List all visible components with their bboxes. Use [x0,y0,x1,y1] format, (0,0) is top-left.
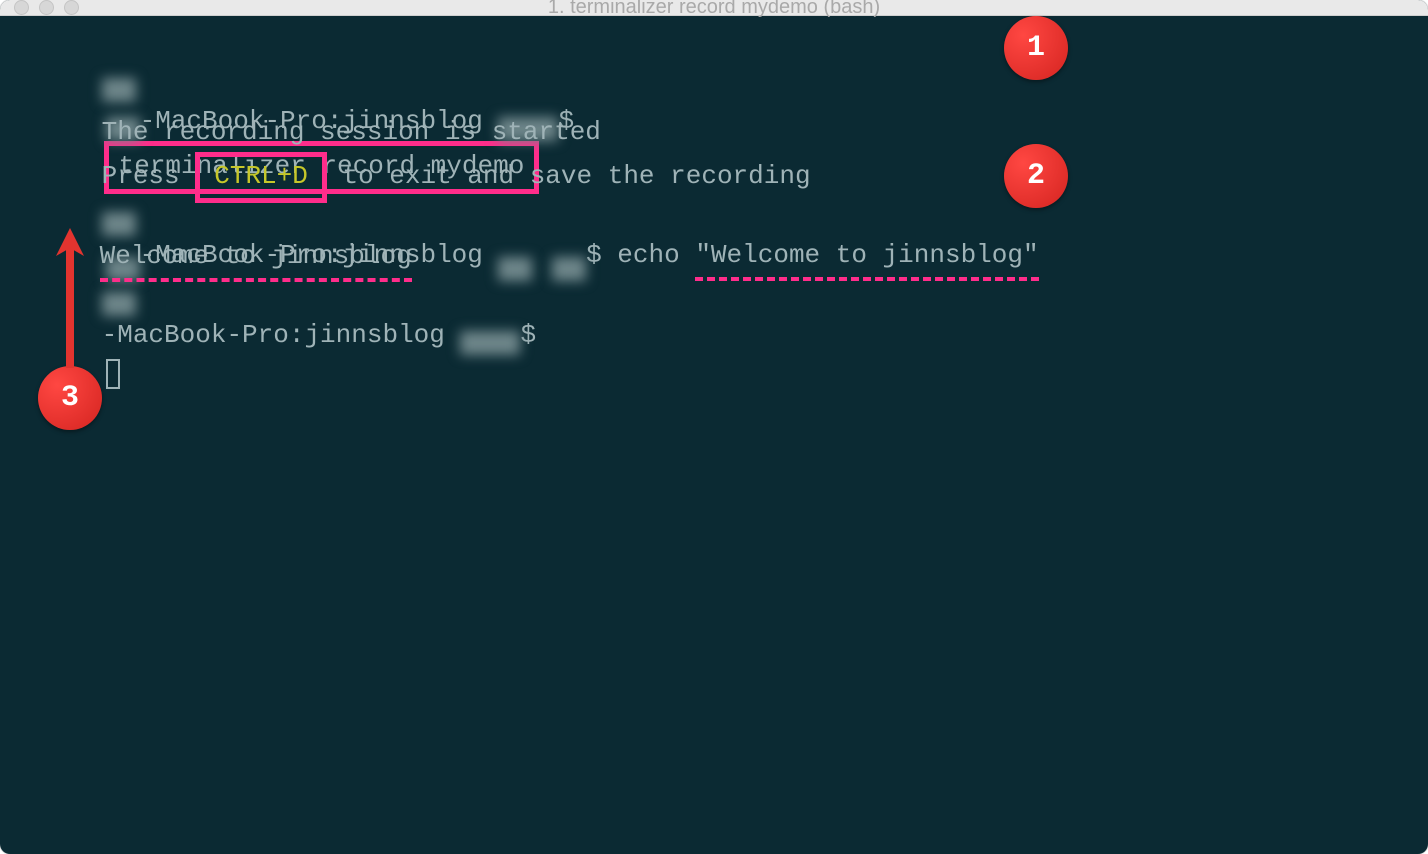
echo-quote: "Welcome to jinnsblog" [695,240,1038,270]
echo-pre: echo [602,240,696,270]
prompt-dollar: $ [520,320,536,350]
highlight-underline-echo: "Welcome to jinnsblog" [695,236,1038,281]
callout-1-label: 1 [1027,26,1045,71]
callout-1: 1 [1004,16,1068,80]
prompt-dollar: $ [586,240,602,270]
terminal-window: 1. terminalizer record mydemo (bash) -Ma… [0,0,1428,854]
callout-2-label: 2 [1027,154,1045,199]
redacted-icon [460,331,520,355]
minimize-icon[interactable] [39,0,54,15]
close-icon[interactable] [14,0,29,15]
cursor-icon [106,359,120,389]
redacted-icon [552,257,586,281]
terminal-body[interactable]: -MacBook-Pro:jinnsblog $ terminalizer re… [0,16,1428,854]
redacted-icon [102,292,136,316]
prompt-host: -MacBook-Pro:jinnsblog [102,320,461,350]
callout-2: 2 [1004,144,1068,208]
window-controls [14,0,79,15]
callout-3-label: 3 [61,376,79,421]
arrow-icon [52,228,92,378]
zoom-icon[interactable] [64,0,79,15]
titlebar: 1. terminalizer record mydemo (bash) [0,0,1428,16]
